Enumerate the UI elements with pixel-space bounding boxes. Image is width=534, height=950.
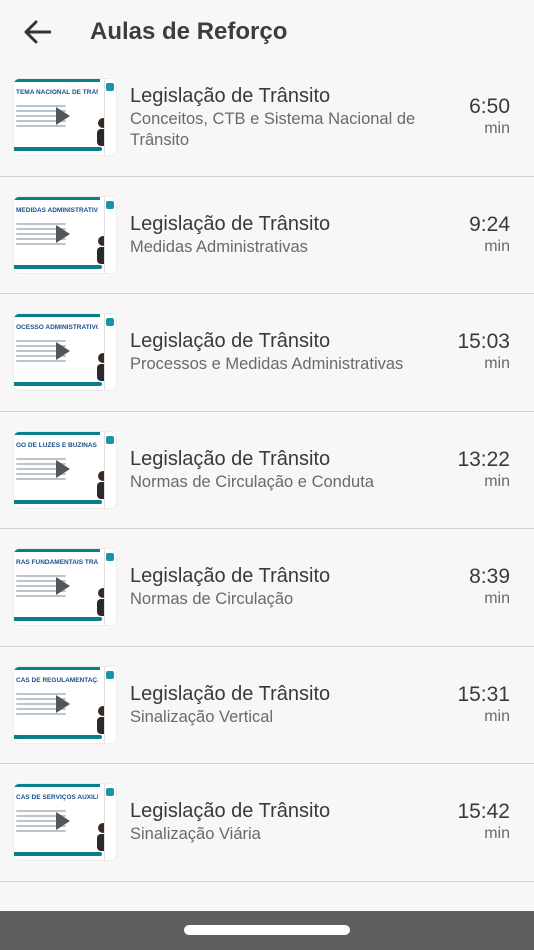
duration-value: 6:50 bbox=[469, 95, 510, 119]
play-icon bbox=[56, 577, 70, 596]
play-icon bbox=[56, 459, 70, 478]
lesson-subtitle: Conceitos, CTB e Sistema Nacional de Trâ… bbox=[130, 109, 416, 149]
back-button[interactable] bbox=[20, 15, 54, 49]
duration-unit: min bbox=[484, 355, 510, 373]
video-thumbnail[interactable]: OCESSO ADMINISTRATIVO bbox=[14, 314, 116, 391]
lesson-duration: 9:24 min bbox=[469, 213, 510, 257]
lesson-row[interactable]: TEMA NACIONAL DE TRÂNSITO EUS OBJETIVOS:… bbox=[0, 59, 534, 177]
duration-value: 15:03 bbox=[457, 330, 510, 354]
duration-value: 15:31 bbox=[457, 682, 510, 706]
lesson-title: Legislação de Trânsito bbox=[130, 447, 331, 470]
play-icon bbox=[56, 342, 70, 361]
lesson-row[interactable]: GO DE LUZES E BUZINAS Legislação de Trân… bbox=[0, 412, 534, 529]
play-icon bbox=[56, 107, 70, 126]
lesson-title: Legislação de Trânsito bbox=[130, 84, 331, 107]
video-thumbnail[interactable]: GO DE LUZES E BUZINAS bbox=[14, 431, 116, 508]
lesson-subtitle: Processos e Medidas Administrativas bbox=[130, 355, 404, 374]
video-thumbnail[interactable]: TEMA NACIONAL DE TRÂNSITO EUS OBJETIVOS: bbox=[14, 79, 116, 156]
lesson-duration: 8:39 min bbox=[469, 565, 510, 609]
lesson-title: Legislação de Trânsito bbox=[130, 682, 331, 705]
lesson-duration: 15:03 min bbox=[457, 330, 510, 374]
lesson-title: Legislação de Trânsito bbox=[130, 330, 331, 353]
play-icon bbox=[56, 812, 70, 831]
thumbnail-heading: TEMA NACIONAL DE TRÂNSITO EUS OBJETIVOS: bbox=[16, 89, 98, 97]
thumbnail-heading: OCESSO ADMINISTRATIVO bbox=[16, 324, 98, 332]
video-thumbnail[interactable]: CAS DE REGULAMENTAÇÃO bbox=[14, 666, 116, 743]
lesson-title: Legislação de Trânsito bbox=[130, 800, 331, 823]
duration-unit: min bbox=[484, 237, 510, 255]
app-header: Aulas de Reforço bbox=[0, 0, 534, 64]
play-icon bbox=[56, 694, 70, 713]
page-title: Aulas de Reforço bbox=[90, 18, 288, 45]
lesson-list: TEMA NACIONAL DE TRÂNSITO EUS OBJETIVOS:… bbox=[0, 59, 534, 882]
duration-unit: min bbox=[484, 120, 510, 138]
thumbnail-heading: RAS FUNDAMENTAIS TRÂNSITO bbox=[16, 559, 98, 567]
play-icon bbox=[56, 224, 70, 243]
lesson-subtitle: Sinalização Viária bbox=[130, 825, 261, 844]
video-thumbnail[interactable]: MEDIDAS ADMINISTRATIVAS bbox=[14, 196, 116, 273]
thumbnail-heading: CAS DE SERVIÇOS AUXILIARES USUÁRIOS - SA… bbox=[16, 794, 98, 802]
lesson-subtitle: Normas de Circulação e Conduta bbox=[130, 472, 374, 491]
lesson-row[interactable]: CAS DE SERVIÇOS AUXILIARES USUÁRIOS - SA… bbox=[0, 764, 534, 882]
thumbnail-heading: CAS DE REGULAMENTAÇÃO bbox=[16, 676, 98, 684]
duration-value: 9:24 bbox=[469, 212, 510, 236]
lesson-title: Legislação de Trânsito bbox=[130, 565, 331, 588]
duration-unit: min bbox=[484, 472, 510, 490]
lesson-row[interactable]: RAS FUNDAMENTAIS TRÂNSITO Legislação de … bbox=[0, 529, 534, 647]
video-thumbnail[interactable]: CAS DE SERVIÇOS AUXILIARES USUÁRIOS - SA… bbox=[14, 784, 116, 861]
duration-value: 13:22 bbox=[457, 447, 510, 471]
thumbnail-heading: GO DE LUZES E BUZINAS bbox=[16, 441, 97, 449]
lesson-row[interactable]: CAS DE REGULAMENTAÇÃO Legislação de Trân… bbox=[0, 647, 534, 764]
duration-value: 15:42 bbox=[457, 800, 510, 824]
duration-unit: min bbox=[484, 590, 510, 608]
lesson-row[interactable]: MEDIDAS ADMINISTRATIVAS Legislação de Tr… bbox=[0, 177, 534, 294]
lesson-title: Legislação de Trânsito bbox=[130, 212, 331, 235]
lesson-duration: 15:42 min bbox=[457, 800, 510, 844]
lesson-row[interactable]: OCESSO ADMINISTRATIVO Legislação de Trân… bbox=[0, 294, 534, 412]
arrow-left-icon bbox=[24, 20, 51, 44]
lesson-duration: 6:50 min bbox=[469, 95, 510, 139]
duration-value: 8:39 bbox=[469, 565, 510, 589]
lesson-duration: 13:22 min bbox=[457, 448, 510, 492]
duration-unit: min bbox=[484, 707, 510, 725]
lesson-subtitle: Sinalização Vertical bbox=[130, 707, 274, 726]
thumbnail-heading: MEDIDAS ADMINISTRATIVAS bbox=[16, 206, 98, 214]
video-thumbnail[interactable]: RAS FUNDAMENTAIS TRÂNSITO bbox=[14, 549, 116, 626]
duration-unit: min bbox=[484, 825, 510, 843]
lesson-subtitle: Normas de Circulação bbox=[130, 590, 294, 609]
lesson-subtitle: Medidas Administrativas bbox=[130, 237, 308, 256]
system-navigation-bar bbox=[0, 911, 534, 950]
lesson-duration: 15:31 min bbox=[457, 683, 510, 727]
home-indicator[interactable] bbox=[184, 925, 350, 935]
